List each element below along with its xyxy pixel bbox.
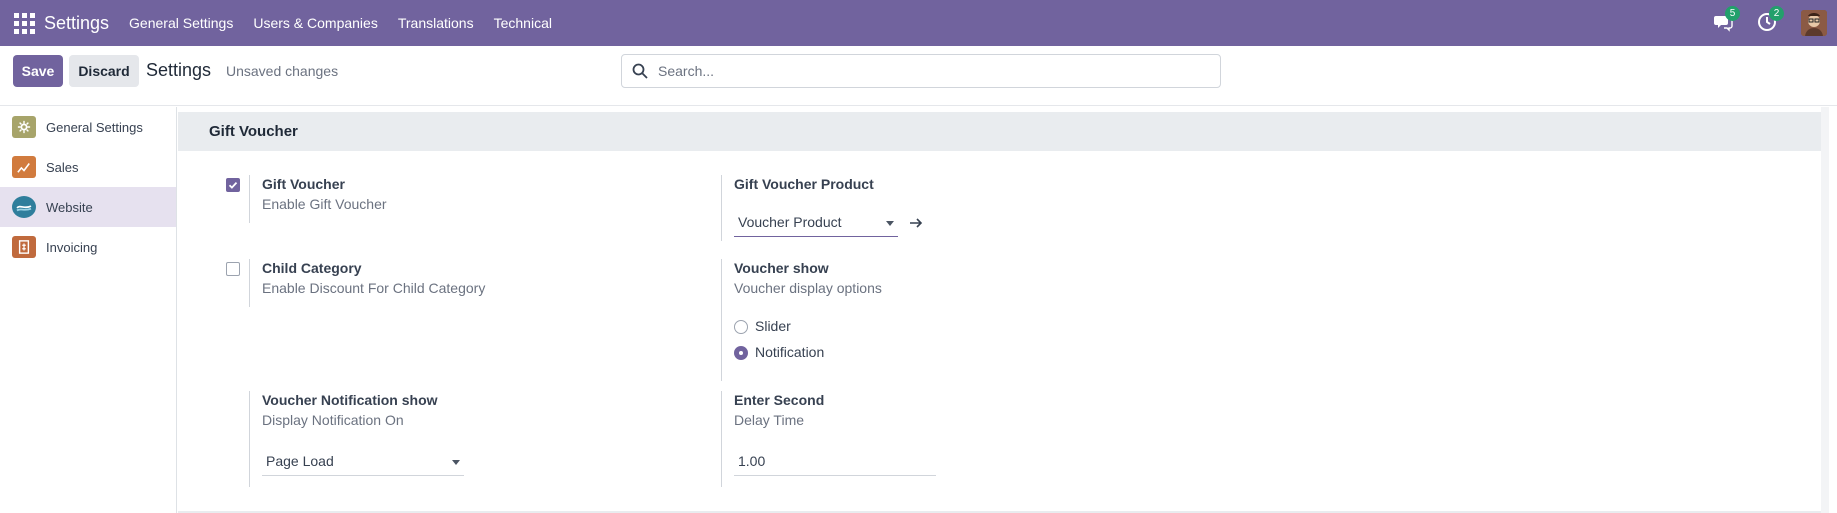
app-brand[interactable]: Settings bbox=[44, 13, 109, 34]
menu-technical[interactable]: Technical bbox=[484, 15, 562, 31]
gift-voucher-checkbox[interactable] bbox=[226, 178, 240, 192]
top-menu: General Settings Users & Companies Trans… bbox=[119, 15, 562, 31]
app-menu-icon[interactable] bbox=[13, 12, 35, 34]
divider bbox=[721, 391, 722, 487]
menu-general-settings[interactable]: General Settings bbox=[119, 15, 243, 31]
globe-icon bbox=[12, 196, 36, 218]
search-input[interactable] bbox=[658, 63, 1198, 79]
discard-button[interactable]: Discard bbox=[69, 55, 139, 87]
sidebar-item-invoicing[interactable]: Invoicing bbox=[0, 227, 176, 267]
gift-voucher-product-value: Voucher Product bbox=[738, 214, 842, 230]
sidebar-item-label: General Settings bbox=[46, 119, 143, 135]
menu-users-companies[interactable]: Users & Companies bbox=[243, 15, 388, 31]
sidebar-item-label: Invoicing bbox=[46, 239, 98, 255]
delay-time-value: 1.00 bbox=[738, 453, 766, 469]
sidebar-item-general-settings[interactable]: General Settings bbox=[0, 107, 176, 147]
settings-sidebar: General Settings Sales Website Invoicing bbox=[0, 107, 177, 513]
gift-voucher-label: Gift Voucher bbox=[262, 176, 345, 192]
scrollbar[interactable] bbox=[1821, 107, 1829, 513]
radio-notification-label[interactable]: Notification bbox=[755, 344, 824, 360]
delay-time-input[interactable]: 1.00 bbox=[734, 450, 936, 476]
search-icon bbox=[632, 63, 648, 79]
child-category-setting: Child Category Enable Discount For Child… bbox=[262, 260, 485, 296]
voucher-show-label: Voucher show bbox=[734, 260, 829, 276]
activity-clock-icon[interactable]: 2 bbox=[1757, 6, 1784, 34]
child-category-description: Enable Discount For Child Category bbox=[262, 280, 486, 296]
radio-notification[interactable] bbox=[734, 346, 748, 360]
save-button[interactable]: Save bbox=[13, 55, 63, 87]
voucher-show-setting: Voucher show Voucher display options bbox=[734, 260, 882, 296]
settings-content: Gift Voucher Gift Voucher Enable Gift Vo… bbox=[178, 107, 1829, 513]
activity-badge: 2 bbox=[1769, 6, 1784, 21]
page-title: Settings bbox=[146, 60, 212, 80]
radio-slider[interactable] bbox=[734, 320, 748, 334]
messages-badge: 5 bbox=[1725, 6, 1740, 21]
arrow-right-icon[interactable] bbox=[909, 216, 923, 234]
divider bbox=[249, 175, 250, 223]
divider bbox=[249, 259, 250, 307]
top-navbar: Settings General Settings Users & Compan… bbox=[0, 0, 1837, 46]
sidebar-item-website[interactable]: Website bbox=[0, 187, 176, 227]
invoice-icon bbox=[12, 236, 36, 258]
gift-voucher-product-label: Gift Voucher Product bbox=[734, 176, 874, 192]
chevron-down-icon bbox=[886, 221, 894, 226]
voucher-notification-show-label: Voucher Notification show bbox=[262, 392, 438, 408]
chart-icon bbox=[12, 156, 36, 178]
child-category-label: Child Category bbox=[262, 260, 362, 276]
sidebar-item-sales[interactable]: Sales bbox=[0, 147, 176, 187]
section-title: Gift Voucher bbox=[178, 112, 1829, 151]
voucher-show-description: Voucher display options bbox=[734, 280, 882, 296]
enter-second-description: Delay Time bbox=[734, 412, 805, 428]
check-icon bbox=[228, 181, 238, 189]
gift-voucher-description: Enable Gift Voucher bbox=[262, 196, 387, 212]
user-avatar[interactable] bbox=[1801, 10, 1827, 36]
control-panel: Save Discard Settings Unsaved changes bbox=[0, 46, 1837, 106]
sidebar-item-label: Website bbox=[46, 199, 93, 215]
enter-second-setting: Enter Second Delay Time bbox=[734, 392, 824, 428]
voucher-notification-value: Page Load bbox=[266, 453, 334, 469]
unsaved-status: Unsaved changes bbox=[226, 63, 339, 79]
voucher-notification-show-setting: Voucher Notification show Display Notifi… bbox=[262, 392, 438, 428]
divider bbox=[721, 259, 722, 381]
divider bbox=[249, 391, 250, 487]
chevron-down-icon bbox=[452, 460, 460, 465]
systray: 5 2 bbox=[1713, 0, 1837, 46]
child-category-checkbox[interactable] bbox=[226, 262, 240, 276]
menu-translations[interactable]: Translations bbox=[388, 15, 484, 31]
voucher-notification-show-description: Display Notification On bbox=[262, 412, 404, 428]
search-box[interactable] bbox=[621, 54, 1221, 88]
gift-voucher-product-setting: Gift Voucher Product bbox=[734, 176, 874, 192]
messages-icon[interactable]: 5 bbox=[1713, 6, 1740, 34]
voucher-notification-select[interactable]: Page Load bbox=[262, 450, 464, 476]
enter-second-label: Enter Second bbox=[734, 392, 825, 408]
gear-icon bbox=[12, 116, 36, 138]
sidebar-item-label: Sales bbox=[46, 159, 79, 175]
divider bbox=[721, 175, 722, 241]
gift-voucher-setting: Gift Voucher Enable Gift Voucher bbox=[262, 176, 387, 212]
gift-voucher-product-select[interactable]: Voucher Product bbox=[734, 211, 898, 237]
radio-slider-label[interactable]: Slider bbox=[755, 318, 791, 334]
